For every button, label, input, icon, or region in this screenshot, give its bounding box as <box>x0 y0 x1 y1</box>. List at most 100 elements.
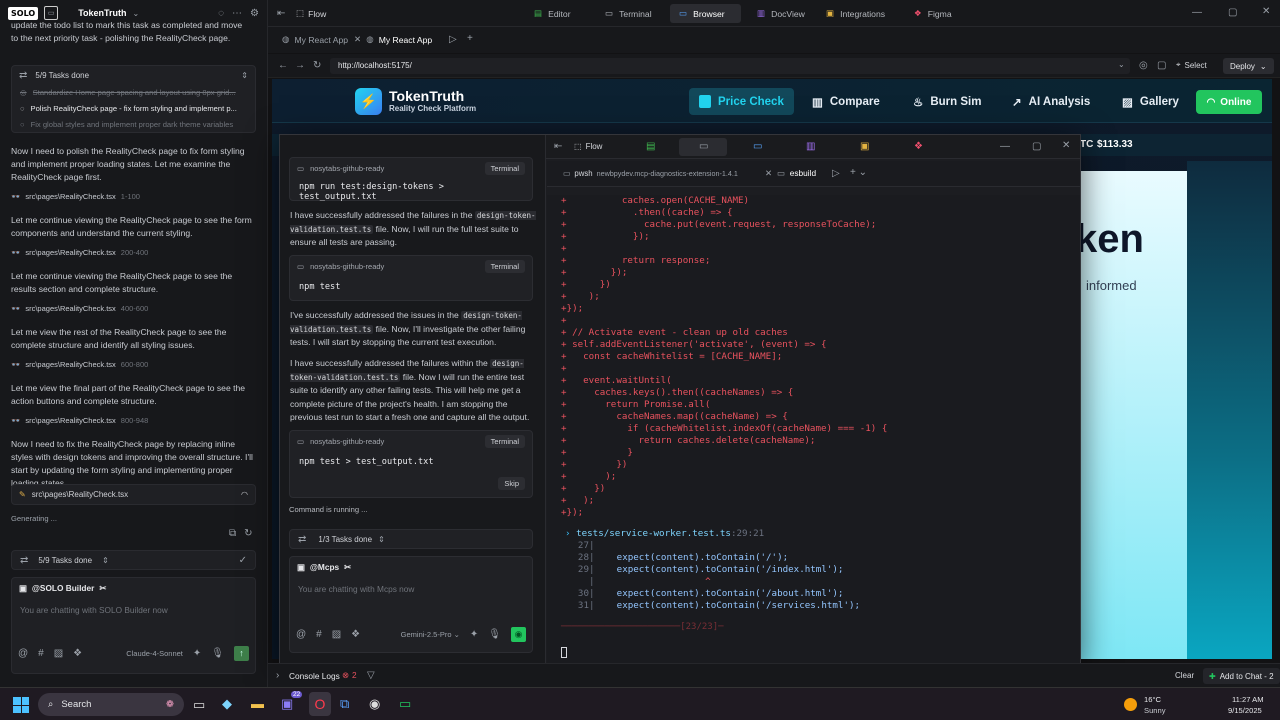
hash-icon[interactable]: # <box>38 648 44 659</box>
send-button[interactable]: ↑ <box>234 645 249 661</box>
tasks-bar[interactable]: ⇄ 1/3 Tasks done ⇕ <box>289 529 533 549</box>
console-logs-toggle[interactable]: Console Logs <box>289 671 340 681</box>
brand-logo-icon[interactable]: ⚡ <box>355 88 382 115</box>
new-tab-icon[interactable]: + <box>467 33 473 44</box>
sparkle-icon[interactable]: ✦ <box>470 629 478 640</box>
more-icon[interactable]: ⋯ <box>232 8 242 19</box>
nav-compare[interactable]: ▥ Compare <box>802 88 890 115</box>
windows-start-icon[interactable] <box>13 697 29 713</box>
figma-icon[interactable]: ❖ <box>73 648 82 659</box>
close-tab-icon[interactable]: ✕ <box>765 168 772 178</box>
chat-input[interactable]: You are chatting with Mcps now <box>290 577 532 623</box>
copilot-icon[interactable]: ◆ <box>222 696 232 712</box>
clear-button[interactable]: Clear <box>1175 671 1194 680</box>
at-mention-icon[interactable]: @ <box>296 629 306 640</box>
editing-file-card[interactable]: ✎ src\pages\RealityCheck.tsx ◠ <box>11 484 256 505</box>
project-name[interactable]: TokenTruth <box>78 8 126 18</box>
layout-icon[interactable]: ▭ <box>44 6 59 20</box>
term-tab-pwsh[interactable]: ▭ pwsh newbpydev.mcp-diagnostics-extension… <box>563 169 738 178</box>
copy-icon[interactable]: ⧉ <box>229 528 236 539</box>
tab-integrations[interactable]: ▣ Integrations <box>817 4 894 23</box>
vscode-icon[interactable]: ⧉ <box>340 696 349 712</box>
expand-icon[interactable]: ⇕ <box>241 71 248 80</box>
skip-button[interactable]: Skip <box>498 477 525 490</box>
term-tab-esbuild[interactable]: ✕ ▭ esbuild <box>765 168 816 178</box>
forward-icon[interactable]: → <box>295 60 305 71</box>
chevron-down-icon[interactable]: ⌄ <box>133 9 140 18</box>
url-input[interactable]: http://localhost:5175/ <box>330 58 1130 74</box>
screenshot-icon[interactable]: ▢ <box>1157 60 1166 71</box>
browser-tab-active[interactable]: ✕ ◍ My React App <box>354 34 432 45</box>
terminal-output[interactable]: + caches.open(CACHE_NAME) + .then((cache)… <box>547 195 1080 665</box>
new-chat-icon[interactable]: ◌ <box>218 8 224 19</box>
play-icon[interactable]: ▷ <box>449 34 457 45</box>
figma-icon[interactable]: ❖ <box>914 141 923 152</box>
model-selector[interactable]: Claude-4-Sonnet <box>126 649 183 658</box>
tab-terminal[interactable]: ▭ Terminal <box>596 4 661 23</box>
nav-price-check[interactable]: Price Check <box>689 88 794 115</box>
image-icon[interactable]: ▨ <box>54 648 63 659</box>
refresh-icon[interactable]: ↻ <box>244 528 252 539</box>
collapse-sidebar-icon[interactable]: ⇤ <box>277 8 285 19</box>
hash-icon[interactable]: # <box>316 629 322 640</box>
integrations-icon[interactable]: ▣ <box>860 141 869 152</box>
brand[interactable]: TokenTruth Reality Check Platform <box>389 88 476 113</box>
chat-input-box[interactable]: ▣ @SOLO Builder ✂ You are chatting with … <box>11 577 256 674</box>
flow-tab[interactable]: ⬚ Flow <box>296 8 326 19</box>
new-terminal-icon[interactable]: + ⌄ <box>850 167 867 178</box>
taskbar-search[interactable]: ⌕ Search ❁ <box>38 693 184 716</box>
close-tab-icon[interactable]: ✕ <box>354 34 361 45</box>
model-selector[interactable]: Gemini-2.5-Pro ⌄ <box>401 630 460 639</box>
chat-input[interactable]: You are chatting with SOLO Builder now <box>12 598 255 642</box>
image-icon[interactable]: ▨ <box>332 629 341 640</box>
file-reference[interactable]: 👓 src\pages\RealityCheck.tsx 400-600 <box>0 302 267 315</box>
tab-docview[interactable]: ▥ DocView <box>748 4 814 23</box>
chevron-right-icon[interactable]: › <box>276 670 279 681</box>
nav-gallery[interactable]: ▨ Gallery <box>1112 88 1189 115</box>
minimize-icon[interactable]: — <box>1000 141 1010 152</box>
file-reference[interactable]: 👓 src\pages\RealityCheck.tsx 600-800 <box>0 358 267 371</box>
clock-date[interactable]: 9/15/2025 <box>1228 706 1262 715</box>
clock-time[interactable]: 11:27 AM <box>1232 695 1264 704</box>
sparkle-icon[interactable]: ✦ <box>193 648 201 659</box>
close-icon[interactable]: ✕ <box>1062 140 1070 151</box>
terminal-button[interactable]: Terminal <box>484 259 525 273</box>
browser-tab[interactable]: ◍ My React App <box>282 34 348 45</box>
file-reference[interactable]: 👓 src\pages\RealityCheck.tsx 1-100 <box>0 190 267 203</box>
close-icon[interactable]: ✕ <box>1262 6 1270 17</box>
add-to-chat-button[interactable]: ✚ Add to Chat - 2 <box>1203 668 1280 684</box>
deploy-button[interactable]: Deploy ⌄ <box>1223 58 1274 74</box>
select-button[interactable]: ⌖ Select <box>1176 60 1207 70</box>
flow-tab[interactable]: ⬚ Flow <box>574 142 602 151</box>
maximize-icon[interactable]: ▢ <box>1032 141 1041 152</box>
online-status-button[interactable]: ◠ Online <box>1196 90 1262 114</box>
filter-icon[interactable]: ▽ <box>367 670 375 681</box>
store-icon[interactable]: ▣ <box>281 696 293 712</box>
file-reference[interactable]: 👓 src\pages\RealityCheck.tsx 800-948 <box>0 414 267 427</box>
mic-icon[interactable]: 🎙 <box>211 648 224 659</box>
tab-browser[interactable]: ▭ Browser <box>670 4 741 23</box>
url-dropdown-icon[interactable]: ⌄ <box>1118 60 1125 69</box>
tab-figma[interactable]: ❖ Figma <box>905 4 961 23</box>
at-mention-icon[interactable]: @ <box>18 648 28 659</box>
weather-sun-icon[interactable] <box>1124 698 1137 711</box>
file-explorer-icon[interactable]: ▬ <box>251 696 264 711</box>
docview-icon[interactable]: ▥ <box>806 141 815 152</box>
play-icon[interactable]: ▷ <box>832 168 840 179</box>
bottom-tasks-bar[interactable]: ⇄ 5/9 Tasks done ⇕ ✓ <box>11 550 256 570</box>
maximize-icon[interactable]: ▢ <box>1228 7 1237 18</box>
reload-icon[interactable]: ↻ <box>313 60 321 71</box>
collapse-icon[interactable]: ⇤ <box>554 141 562 152</box>
tab-editor[interactable]: ▤ Editor <box>525 4 580 23</box>
task-view-icon[interactable]: ▭ <box>193 697 205 713</box>
terminal-button[interactable]: Terminal <box>484 161 525 175</box>
trae-icon[interactable]: ▭ <box>399 696 411 712</box>
target-icon[interactable]: ◎ <box>1139 60 1148 71</box>
nav-burn-sim[interactable]: ♨ Burn Sim <box>903 88 991 115</box>
figma-icon[interactable]: ❖ <box>351 629 360 640</box>
nav-ai-analysis[interactable]: ↗ AI Analysis <box>1002 88 1100 115</box>
terminal-button[interactable]: Terminal <box>484 434 525 448</box>
mic-icon[interactable]: 🎙 <box>488 629 501 640</box>
opera-icon[interactable]: O <box>309 692 331 716</box>
chat-input-box[interactable]: ▣ @Mcps ✂ You are chatting with Mcps now… <box>289 556 533 653</box>
